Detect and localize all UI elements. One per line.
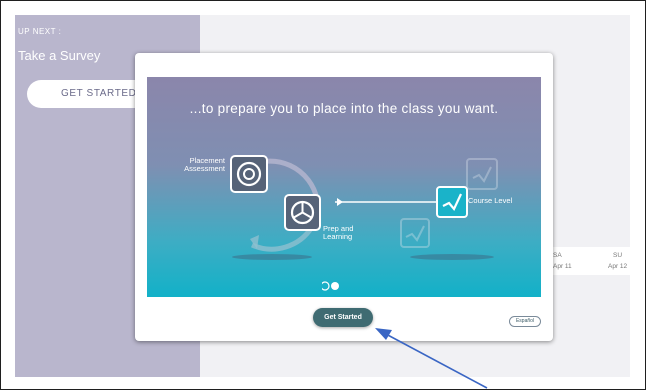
annotation-arrow (375, 328, 488, 389)
annotation-arrowhead-icon (375, 328, 392, 340)
annotation-arrow-line (383, 332, 488, 389)
